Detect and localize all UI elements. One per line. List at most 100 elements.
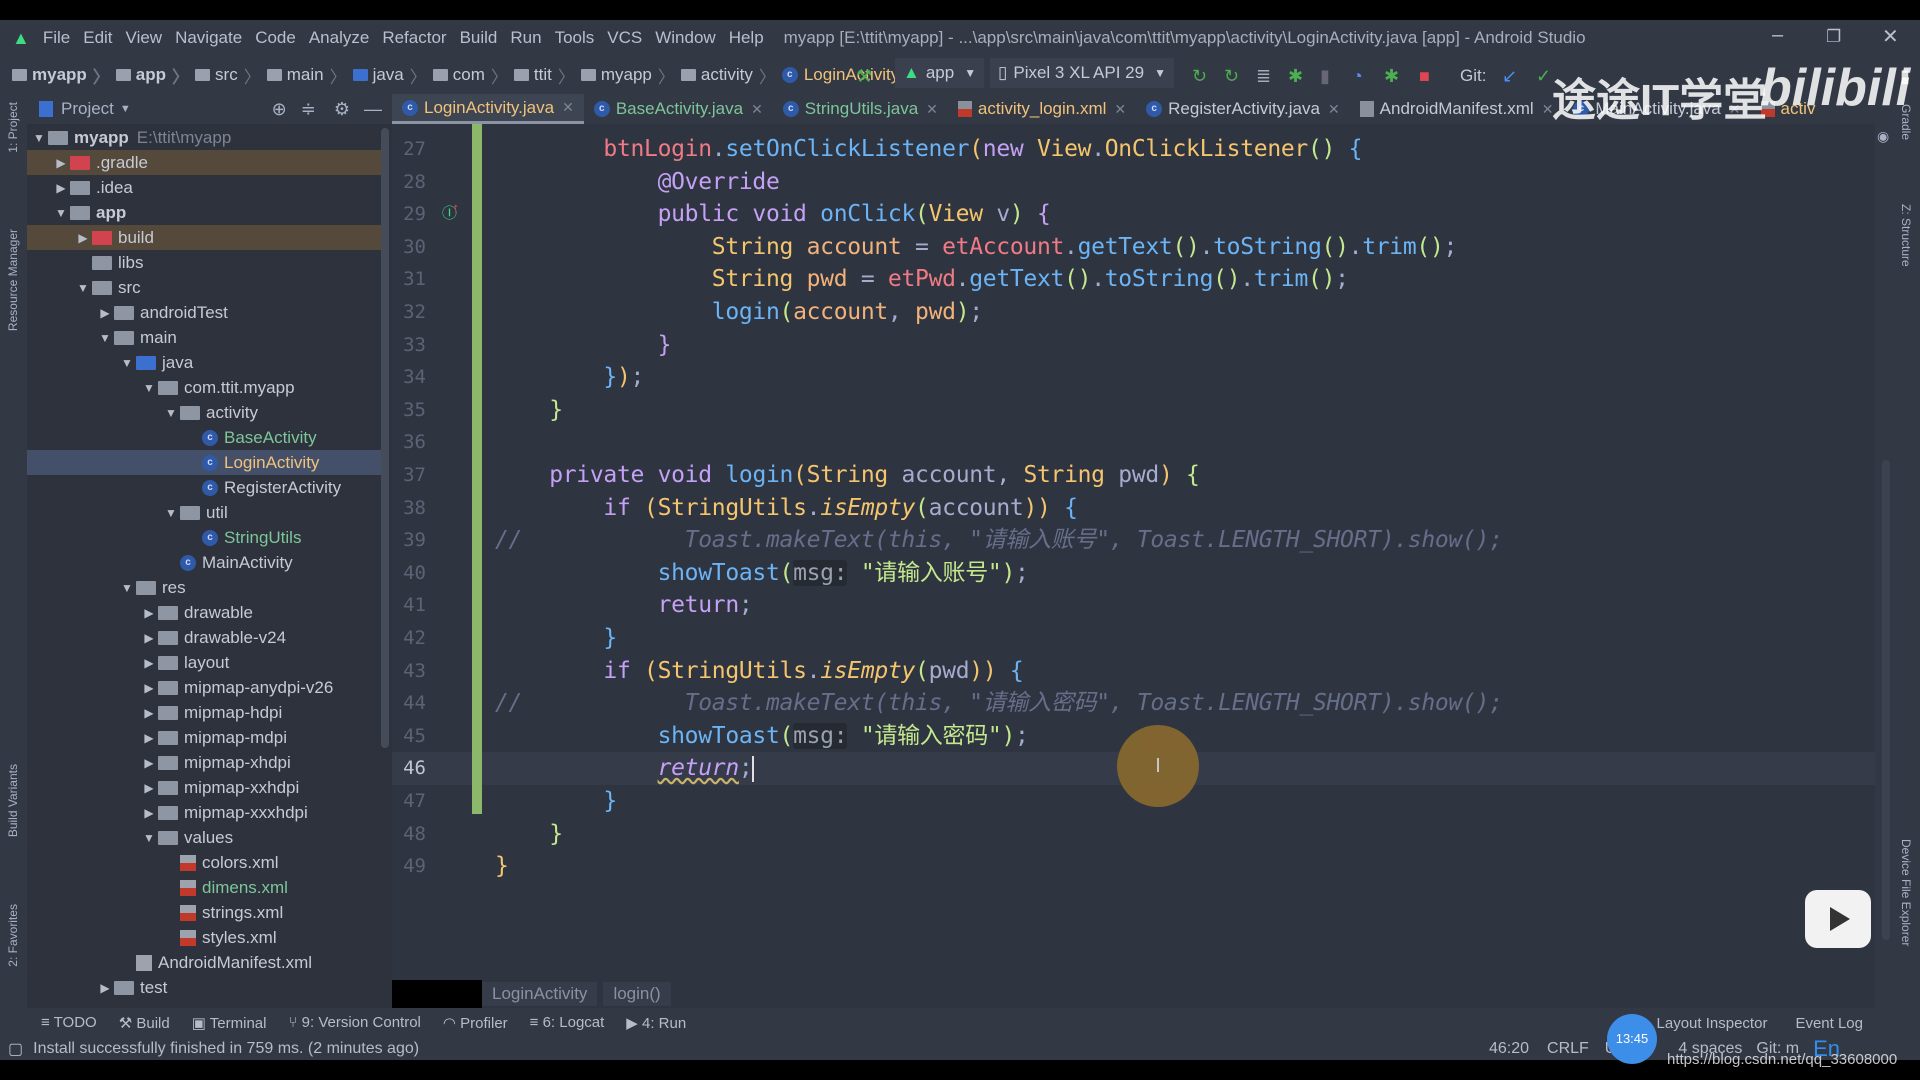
expanded-arrow-icon[interactable]: ▼: [162, 406, 180, 420]
tool-resource-manager[interactable]: Resource Manager: [6, 229, 20, 331]
code-line[interactable]: }: [495, 329, 672, 362]
menu-help[interactable]: Help: [729, 28, 764, 48]
code-line[interactable]: }: [495, 394, 563, 427]
locate-icon[interactable]: ⊕: [272, 99, 287, 120]
breadcrumb-item[interactable]: myapp 〉: [12, 63, 110, 88]
tree-item-mipmap-xhdpi[interactable]: ▶ mipmap-xhdpi: [27, 750, 389, 775]
stop-icon[interactable]: ■: [1419, 66, 1430, 87]
collapsed-arrow-icon[interactable]: ▶: [140, 806, 158, 820]
tree-item--gradle[interactable]: ▶ .gradle: [27, 150, 389, 175]
collapsed-arrow-icon[interactable]: ▶: [96, 981, 114, 995]
profile-icon[interactable]: ◔: [1352, 66, 1363, 87]
tree-item-layout[interactable]: ▶ layout: [27, 650, 389, 675]
chevron-down-icon[interactable]: ▼: [120, 103, 131, 115]
code-line[interactable]: showToast(msg: "请输入密码");: [495, 720, 1029, 753]
restore-button[interactable]: ❐: [1826, 27, 1841, 47]
collapsed-arrow-icon[interactable]: ▶: [140, 731, 158, 745]
code-line[interactable]: }: [495, 850, 509, 883]
menu-vcs[interactable]: VCS: [607, 28, 642, 48]
tool-build-variants[interactable]: Build Variants: [6, 764, 20, 837]
code-line[interactable]: // Toast.makeText(this, "请输入密码", Toast.L…: [495, 687, 1503, 720]
code-line[interactable]: }: [495, 622, 617, 655]
apply-code-changes-icon[interactable]: ↻: [1224, 66, 1239, 87]
status-toggle-icon[interactable]: ▢: [8, 1039, 23, 1059]
close-tab-icon[interactable]: ✕: [751, 101, 763, 118]
code-line[interactable]: showToast(msg: "请输入账号");: [495, 557, 1029, 590]
tab-registeractivity-java[interactable]: c RegisterActivity.java ✕: [1136, 94, 1350, 124]
tree-item-drawable[interactable]: ▶ drawable: [27, 600, 389, 625]
breadcrumb-item[interactable]: myapp 〉: [580, 63, 675, 88]
tree-item-res[interactable]: ▼ res: [27, 575, 389, 600]
tree-item-libs[interactable]: libs: [27, 250, 389, 275]
expanded-arrow-icon[interactable]: ▼: [118, 356, 136, 370]
attach-debugger-icon[interactable]: ✱: [1384, 66, 1399, 87]
caret-position[interactable]: 46:20: [1489, 1040, 1529, 1058]
code-line[interactable]: // Toast.makeText(this, "请输入账号", Toast.L…: [495, 524, 1503, 557]
debug-icon[interactable]: ✱: [1288, 66, 1303, 87]
collapsed-arrow-icon[interactable]: ▶: [96, 306, 114, 320]
hide-panel-icon[interactable]: —: [364, 99, 382, 120]
tree-item-activity[interactable]: ▼ activity: [27, 400, 389, 425]
code-line[interactable]: return;: [495, 752, 755, 785]
tool-window-profiler[interactable]: ◠ Profiler: [443, 1014, 508, 1032]
code-line[interactable]: return;: [495, 589, 753, 622]
tree-item-util[interactable]: ▼ util: [27, 500, 389, 525]
expanded-arrow-icon[interactable]: ▼: [52, 206, 70, 220]
breadcrumb-item[interactable]: ttit 〉: [513, 63, 575, 88]
collapsed-arrow-icon[interactable]: ▶: [140, 681, 158, 695]
collapsed-arrow-icon[interactable]: ▶: [140, 606, 158, 620]
tool-window--logcat[interactable]: ≡ 6: Logcat: [530, 1014, 605, 1032]
tree-item-mipmap-xxxhdpi[interactable]: ▶ mipmap-xxxhdpi: [27, 800, 389, 825]
build-hammer-icon[interactable]: ⚒: [856, 66, 872, 87]
tree-item-mipmap-mdpi[interactable]: ▶ mipmap-mdpi: [27, 725, 389, 750]
menu-run[interactable]: Run: [510, 28, 541, 48]
collapsed-arrow-icon[interactable]: ▶: [140, 631, 158, 645]
attach-icon[interactable]: ▮: [1320, 66, 1330, 87]
code-line[interactable]: }: [495, 818, 563, 851]
menu-refactor[interactable]: Refactor: [382, 28, 446, 48]
tree-item-drawable-v24[interactable]: ▶ drawable-v24: [27, 625, 389, 650]
tree-item-dimens-xml[interactable]: dimens.xml: [27, 875, 389, 900]
tool-window-todo[interactable]: ≡ TODO: [41, 1014, 97, 1032]
tree-item-mainactivity[interactable]: c MainActivity: [27, 550, 389, 575]
tree-item-mipmap-hdpi[interactable]: ▶ mipmap-hdpi: [27, 700, 389, 725]
breadcrumb-item[interactable]: main 〉: [266, 63, 347, 88]
menu-tools[interactable]: Tools: [555, 28, 595, 48]
collapsed-arrow-icon[interactable]: ▶: [52, 156, 70, 170]
menu-edit[interactable]: Edit: [83, 28, 112, 48]
event-log-button[interactable]: Event Log: [1795, 1015, 1863, 1032]
run-config-select[interactable]: ▲ app ▼: [895, 58, 985, 88]
code-line[interactable]: login(account, pwd);: [495, 296, 983, 329]
close-tab-icon[interactable]: ✕: [1328, 101, 1340, 118]
tool-window-terminal[interactable]: ▣ Terminal: [192, 1014, 267, 1032]
close-tab-icon[interactable]: ✕: [926, 101, 938, 118]
expanded-arrow-icon[interactable]: ▼: [162, 506, 180, 520]
tool-structure[interactable]: Z: Structure: [1899, 204, 1913, 267]
menu-file[interactable]: File: [43, 28, 70, 48]
tree-item-build[interactable]: ▶ build: [27, 225, 389, 250]
tree-item-loginactivity[interactable]: c LoginActivity: [27, 450, 389, 475]
tab-loginactivity-java[interactable]: c LoginActivity.java ✕: [392, 94, 584, 124]
expanded-arrow-icon[interactable]: ▼: [30, 131, 48, 145]
code-line[interactable]: String account = etAccount.getText().toS…: [495, 231, 1458, 264]
tool-device-file-explorer[interactable]: Device File Explorer: [1899, 839, 1913, 946]
tree-item-colors-xml[interactable]: colors.xml: [27, 850, 389, 875]
tree-item-values[interactable]: ▼ values: [27, 825, 389, 850]
project-tree-scrollbar[interactable]: [381, 128, 389, 748]
play-icon[interactable]: [1805, 890, 1871, 948]
tree-item-test[interactable]: ▶ test: [27, 975, 389, 1000]
project-view-select[interactable]: Project: [61, 99, 114, 119]
code-line[interactable]: public void onClick(View v) {: [495, 198, 1051, 231]
tree-item-stringutils[interactable]: c StringUtils: [27, 525, 389, 550]
tree-item-main[interactable]: ▼ main: [27, 325, 389, 350]
collapsed-arrow-icon[interactable]: ▶: [140, 781, 158, 795]
tree-item--idea[interactable]: ▶ .idea: [27, 175, 389, 200]
close-tab-icon[interactable]: ✕: [1114, 101, 1126, 118]
collapsed-arrow-icon[interactable]: ▶: [140, 656, 158, 670]
expanded-arrow-icon[interactable]: ▼: [96, 331, 114, 345]
tree-item-com-ttit-myapp[interactable]: ▼ com.ttit.myapp: [27, 375, 389, 400]
tree-item-app[interactable]: ▼ app: [27, 200, 389, 225]
collapsed-arrow-icon[interactable]: ▶: [140, 756, 158, 770]
expanded-arrow-icon[interactable]: ▼: [140, 381, 158, 395]
collapse-all-icon[interactable]: ≑: [301, 99, 316, 120]
